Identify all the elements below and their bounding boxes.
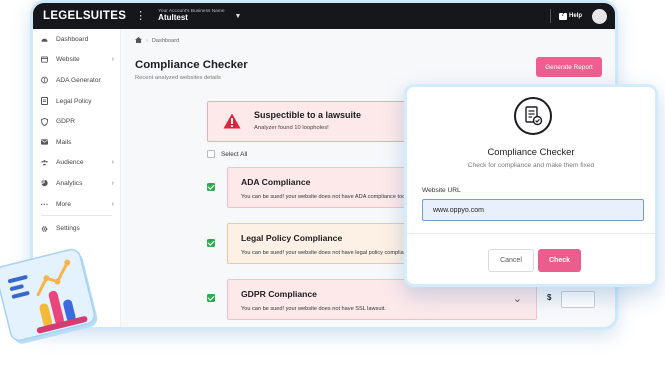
sidebar-item-label: Website <box>56 56 80 64</box>
card-title: GDPR Compliance <box>241 289 317 299</box>
card-description: You can be sued! your website does not h… <box>241 306 386 312</box>
mail-icon <box>41 139 48 146</box>
sidebar-item-label: Dashboard <box>56 35 89 43</box>
warning-icon <box>223 113 241 134</box>
sidebar-item-website[interactable]: Website › <box>33 50 120 71</box>
card-title: Legal Policy Compliance <box>241 233 343 243</box>
select-all-label: Select All <box>221 150 248 158</box>
sidebar-item-label: ADA Generator <box>56 76 101 84</box>
breadcrumb-current[interactable]: Dashboard <box>152 38 179 44</box>
app-logo: LEGELSUITES <box>43 10 127 22</box>
breadcrumb: › Dashboard <box>135 37 615 45</box>
generate-report-button[interactable]: Generate Report <box>536 57 602 77</box>
sidebar-item-settings[interactable]: Settings <box>33 218 120 239</box>
sidebar-item-label: More <box>56 200 72 208</box>
account-name: Atultest <box>158 13 188 23</box>
chevron-down-icon[interactable]: ⌄ <box>513 292 522 305</box>
sidebar-item-label: Settings <box>56 225 80 233</box>
sidebar-item-mails[interactable]: Mails <box>33 132 120 153</box>
ada-checkbox[interactable] <box>207 183 215 191</box>
account-switcher[interactable]: Your Account's Business Name Atultest <box>158 9 224 22</box>
modal-title: Compliance Checker <box>487 146 575 157</box>
modal-subtitle: Check for compliance and make them fixed <box>467 162 595 169</box>
topbar-divider <box>549 9 551 23</box>
audience-icon <box>41 159 48 166</box>
price-input[interactable] <box>561 291 595 308</box>
breadcrumb-separator: › <box>146 38 148 44</box>
chevron-right-icon: › <box>111 179 114 187</box>
compliance-checker-modal: Compliance Checker Check for compliance … <box>404 84 658 287</box>
cancel-button[interactable]: Cancel <box>488 249 534 272</box>
help-icon <box>558 12 567 20</box>
sidebar-item-label: Legal Policy <box>56 97 92 105</box>
analytics-icon <box>41 180 48 187</box>
website-icon <box>41 56 48 63</box>
topbar: LEGELSUITES ⋮ Your Account's Business Na… <box>33 3 615 29</box>
sidebar-item-audience[interactable]: Audience › <box>33 153 120 174</box>
document-check-icon <box>514 97 552 135</box>
dashboard-icon <box>41 36 48 43</box>
currency-symbol: $ <box>547 293 552 302</box>
card-description: You can be sued! your website does not h… <box>241 194 409 200</box>
chevron-right-icon: › <box>111 56 114 64</box>
document-icon <box>41 97 48 106</box>
sidebar-item-ada-generator[interactable]: ADA Generator <box>33 70 120 91</box>
sidebar-divider <box>41 215 112 217</box>
chevron-right-icon: › <box>111 200 114 208</box>
sidebar-item-label: GDPR <box>56 118 76 126</box>
bar-chart-illustration-icon <box>0 248 98 344</box>
home-icon[interactable] <box>135 37 142 45</box>
kebab-menu-icon[interactable]: ⋮ <box>135 10 146 22</box>
alert-title: Suspectible to a lawsuite <box>254 110 362 120</box>
chevron-right-icon: › <box>111 159 114 167</box>
sidebar-item-label: Audience <box>56 159 84 167</box>
website-url-label: Website URL <box>422 187 461 194</box>
gear-icon <box>41 225 48 232</box>
more-icon: ··· <box>40 199 49 209</box>
ada-icon <box>41 77 48 84</box>
chart-illustration <box>0 246 106 356</box>
chevron-down-icon[interactable]: ▼ <box>235 13 242 20</box>
sidebar-item-label: Mails <box>56 138 72 146</box>
topbar-right: Help <box>549 8 607 24</box>
sidebar-item-label: Analytics <box>56 179 83 187</box>
check-button[interactable]: Check <box>538 249 581 272</box>
gdpr-checkbox[interactable] <box>207 294 215 302</box>
sidebar-item-analytics[interactable]: Analytics › <box>33 173 120 194</box>
website-url-input[interactable]: www.oppyo.com <box>422 199 644 221</box>
modal-divider <box>407 233 655 234</box>
alert-subtitle: Analyzer found 10 loopholes! <box>254 125 329 131</box>
sidebar-item-more[interactable]: ··· More › <box>33 194 120 215</box>
sidebar-item-legal-policy[interactable]: Legal Policy <box>33 91 120 112</box>
select-all-checkbox[interactable] <box>207 150 215 158</box>
sidebar-item-gdpr[interactable]: GDPR <box>33 111 120 132</box>
select-all-control[interactable]: Select All <box>207 150 247 158</box>
card-description: You can be sued! your website does not h… <box>241 250 425 256</box>
avatar[interactable] <box>592 8 607 24</box>
legal-policy-checkbox[interactable] <box>207 239 215 247</box>
help-button[interactable]: Help <box>558 12 582 20</box>
shield-icon <box>41 117 48 126</box>
sidebar-item-dashboard[interactable]: Dashboard <box>33 29 120 50</box>
card-title: ADA Compliance <box>241 177 311 187</box>
help-label: Help <box>568 13 582 19</box>
